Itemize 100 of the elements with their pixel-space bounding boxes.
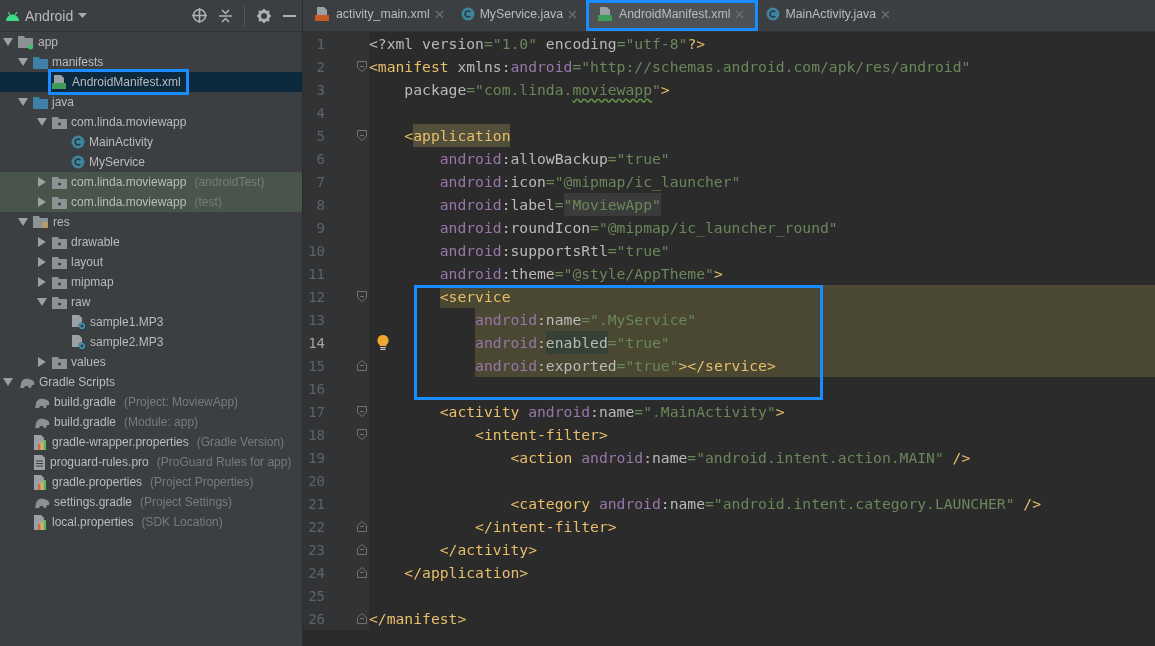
tree-item[interactable]: drawable bbox=[71, 235, 120, 249]
code-text: android:roundIcon="@mipmap/ic_launcher_round" bbox=[439, 218, 838, 239]
folder-icon bbox=[33, 95, 48, 109]
tree-item[interactable]: gradle-wrapper.properties bbox=[52, 435, 189, 449]
tree-item[interactable]: com.linda.moviewapp bbox=[71, 175, 187, 189]
lightbulb-icon[interactable] bbox=[377, 335, 389, 350]
highlighted-code: "MoviewApp" bbox=[563, 193, 661, 216]
tree-item[interactable]: com.linda.moviewapp bbox=[71, 195, 187, 209]
tree-item[interactable]: build.gradle bbox=[54, 395, 117, 409]
tree-item[interactable]: gradle.properties bbox=[52, 475, 143, 489]
tree-item[interactable]: mipmap bbox=[71, 275, 114, 289]
editor-tab[interactable]: activity_main.xml bbox=[307, 0, 453, 31]
tree-item-hint: (Project Settings) bbox=[140, 495, 233, 509]
fold-marker-icon[interactable] bbox=[357, 613, 367, 624]
class-icon bbox=[71, 135, 85, 149]
fold-marker-icon[interactable] bbox=[357, 406, 367, 417]
expanded-arrow-icon[interactable] bbox=[37, 298, 47, 306]
fold-marker-icon[interactable] bbox=[357, 521, 367, 532]
tree-item[interactable]: layout bbox=[71, 255, 104, 269]
folder-icon bbox=[52, 195, 67, 209]
tree-item[interactable]: settings.gradle bbox=[54, 495, 133, 509]
tree-item[interactable]: build.gradle bbox=[54, 415, 117, 429]
code-text: </intent-filter> bbox=[475, 517, 617, 537]
fold-marker-icon[interactable] bbox=[357, 61, 367, 72]
elephant-icon bbox=[18, 376, 35, 388]
dropdown-caret-icon[interactable] bbox=[78, 13, 88, 18]
folder-icon bbox=[52, 235, 67, 249]
tree-item[interactable]: values bbox=[71, 355, 106, 369]
class-icon bbox=[766, 7, 781, 21]
minimize-icon[interactable] bbox=[283, 14, 296, 17]
code-text: ="true" bbox=[607, 331, 670, 354]
tree-item[interactable]: app bbox=[38, 35, 59, 49]
code-text: </activity> bbox=[439, 540, 537, 560]
tree-item[interactable]: Gradle Scripts bbox=[39, 375, 116, 389]
expanded-arrow-icon[interactable] bbox=[3, 378, 13, 386]
tree-item[interactable]: raw bbox=[71, 295, 91, 309]
editor-tab[interactable]: MyService.java bbox=[452, 0, 586, 31]
tree-item[interactable]: MyService bbox=[89, 155, 145, 169]
folder-icon bbox=[52, 255, 67, 269]
class-icon bbox=[71, 155, 85, 169]
manifest-file-icon bbox=[598, 7, 614, 21]
fold-marker-icon[interactable] bbox=[357, 291, 367, 302]
tree-item[interactable]: MainActivity bbox=[89, 135, 153, 149]
fold-marker-icon[interactable] bbox=[357, 130, 367, 141]
folder-icon bbox=[52, 275, 67, 289]
tree-item[interactable]: local.properties bbox=[52, 515, 134, 529]
elephant-icon bbox=[33, 396, 50, 408]
collapsed-arrow-icon[interactable] bbox=[38, 237, 46, 247]
collapsed-arrow-icon[interactable] bbox=[38, 257, 46, 267]
view-selector[interactable]: Android bbox=[25, 7, 74, 24]
folder-icon bbox=[52, 175, 67, 189]
properties-file-icon bbox=[33, 434, 48, 450]
tree-item[interactable]: res bbox=[53, 215, 70, 229]
collapsed-arrow-icon[interactable] bbox=[38, 277, 46, 287]
tree-item[interactable]: com.linda.moviewapp bbox=[71, 115, 187, 129]
tree-item[interactable]: proguard-rules.pro bbox=[50, 455, 149, 469]
code-text: <?xml version="1.0" encoding="utf-8"?> bbox=[369, 34, 706, 54]
code-text: android:name=".MyService" bbox=[475, 308, 697, 331]
editor-tab[interactable]: MainActivity.java bbox=[758, 0, 900, 31]
tree-item-hint: (Gradle Version) bbox=[196, 435, 285, 449]
highlighted-code: application bbox=[413, 124, 511, 147]
code-text: < bbox=[404, 126, 414, 146]
expanded-arrow-icon[interactable] bbox=[18, 58, 28, 66]
collapsed-arrow-icon[interactable] bbox=[38, 177, 46, 187]
code-text: android:icon="@mipmap/ic_launcher" bbox=[439, 172, 741, 193]
close-icon[interactable] bbox=[434, 9, 444, 19]
expanded-arrow-icon[interactable] bbox=[18, 218, 28, 226]
code-text: <activity android:name=".MainActivity"> bbox=[439, 402, 785, 422]
code-text: android:theme="@style/AppTheme"> bbox=[439, 264, 723, 284]
collapse-all-icon[interactable] bbox=[219, 8, 232, 23]
expanded-arrow-icon[interactable] bbox=[37, 118, 47, 126]
code-text: <manifest xmlns:android="http://schemas.android.com/apk/res/android" bbox=[369, 57, 971, 77]
expanded-arrow-icon[interactable] bbox=[3, 38, 13, 46]
resource-folder-icon bbox=[33, 215, 49, 229]
fold-marker-icon[interactable] bbox=[357, 544, 367, 555]
tree-item-hint: (Module: app) bbox=[124, 415, 199, 429]
unknown-file-icon bbox=[71, 314, 86, 330]
tree-item[interactable]: sample2.MP3 bbox=[90, 335, 164, 349]
close-icon[interactable] bbox=[568, 9, 577, 19]
locate-icon[interactable] bbox=[192, 8, 207, 23]
unknown-file-icon bbox=[71, 334, 86, 350]
tree-item[interactable]: java bbox=[52, 95, 74, 109]
elephant-icon bbox=[33, 496, 50, 508]
tree-item[interactable]: sample1.MP3 bbox=[90, 315, 164, 329]
highlighted-code: enabled bbox=[545, 331, 608, 354]
collapsed-arrow-icon[interactable] bbox=[38, 357, 46, 367]
editor-tab[interactable]: AndroidManifest.xml bbox=[586, 0, 759, 31]
code-text: <intent-filter> bbox=[475, 425, 608, 445]
tree-item[interactable]: manifests bbox=[52, 55, 104, 69]
code-text: </application> bbox=[404, 563, 529, 583]
fold-marker-icon[interactable] bbox=[357, 429, 367, 440]
fold-marker-icon[interactable] bbox=[357, 567, 367, 578]
settings-icon[interactable] bbox=[257, 8, 271, 23]
android-logo-icon bbox=[5, 10, 20, 21]
close-icon[interactable] bbox=[881, 9, 891, 19]
collapsed-arrow-icon[interactable] bbox=[38, 197, 46, 207]
fold-marker-icon[interactable] bbox=[357, 360, 367, 371]
code-text: package="com.linda.moviewapp"> bbox=[404, 80, 670, 100]
expanded-arrow-icon[interactable] bbox=[18, 98, 28, 106]
folder-icon bbox=[52, 355, 67, 369]
